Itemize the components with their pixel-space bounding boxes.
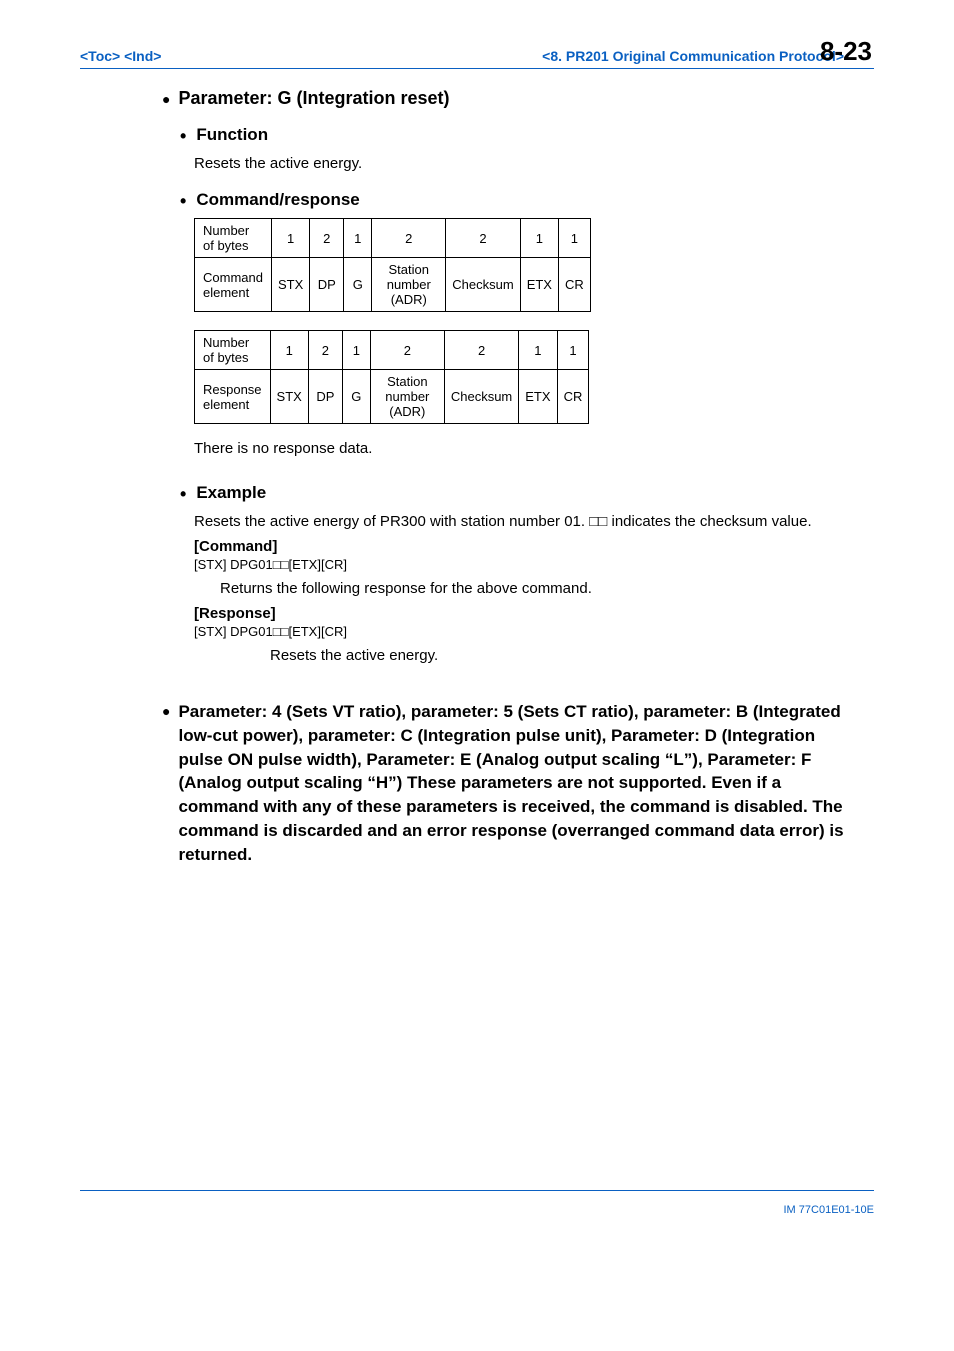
- table-cell: Number of bytes: [195, 331, 271, 370]
- response-line: [STX] DPG01□□[ETX][CR]: [194, 624, 864, 639]
- table-cell: Checksum: [444, 370, 518, 424]
- toc-link[interactable]: <Toc>: [80, 48, 120, 64]
- table-cell: 1: [557, 331, 589, 370]
- table-cell: ETX: [519, 370, 557, 424]
- table-cell: Number of bytes: [195, 219, 272, 258]
- content-area: Parameter: G (Integration reset) Functio…: [180, 88, 864, 867]
- table-cell: 2: [444, 331, 518, 370]
- param-g-heading: Parameter: G (Integration reset): [162, 88, 864, 109]
- table-cell: STX: [271, 258, 309, 312]
- table-cell: CR: [558, 258, 590, 312]
- table-cell: DP: [308, 370, 342, 424]
- table-cell: Command element: [195, 258, 272, 312]
- response-desc: Resets the active energy.: [270, 645, 864, 666]
- table-cell: 2: [370, 331, 444, 370]
- unsupported-params-heading: Parameter: 4 (Sets VT ratio), parameter:…: [162, 700, 864, 867]
- example-heading: Example: [180, 483, 864, 503]
- page-header: <Toc> <Ind> <8. PR201 Original Communica…: [80, 48, 874, 69]
- example-intro: Resets the active energy of PR300 with s…: [194, 511, 864, 532]
- ind-link[interactable]: <Ind>: [124, 48, 161, 64]
- no-response-text: There is no response data.: [194, 438, 864, 459]
- table-row: Response element STX DP G Station number…: [195, 370, 589, 424]
- document-id: IM 77C01E01-10E: [784, 1204, 875, 1216]
- table-cell: Station number (ADR): [372, 258, 446, 312]
- page-number: 8-23: [820, 36, 872, 67]
- table-cell: 2: [446, 219, 520, 258]
- command-line: [STX] DPG01□□[ETX][CR]: [194, 557, 864, 572]
- response-table: Number of bytes 1 2 1 2 2 1 1 Response e…: [194, 330, 589, 424]
- table-cell: Checksum: [446, 258, 520, 312]
- table-cell: 1: [519, 331, 557, 370]
- table-cell: 2: [308, 331, 342, 370]
- table-row: Command element STX DP G Station number …: [195, 258, 591, 312]
- function-heading: Function: [180, 125, 864, 145]
- command-label: [Command]: [194, 538, 864, 555]
- response-label: [Response]: [194, 605, 864, 622]
- table-row: Number of bytes 1 2 1 2 2 1 1: [195, 331, 589, 370]
- table-cell: 1: [271, 219, 309, 258]
- table-cell: Response element: [195, 370, 271, 424]
- function-text: Resets the active energy.: [194, 153, 864, 174]
- table-cell: 1: [344, 219, 372, 258]
- table-cell: 2: [372, 219, 446, 258]
- footer-rule: [80, 1190, 874, 1191]
- table-cell: STX: [270, 370, 308, 424]
- table-cell: 1: [558, 219, 590, 258]
- table-cell: 2: [310, 219, 344, 258]
- table-cell: 1: [520, 219, 558, 258]
- table-cell: 1: [342, 331, 370, 370]
- table-cell: 1: [270, 331, 308, 370]
- command-returns: Returns the following response for the a…: [220, 578, 864, 599]
- table-cell: CR: [557, 370, 589, 424]
- table-row: Number of bytes 1 2 1 2 2 1 1: [195, 219, 591, 258]
- table-cell: G: [344, 258, 372, 312]
- table-cell: Station number (ADR): [370, 370, 444, 424]
- cmdresp-heading: Command/response: [180, 190, 864, 210]
- chapter-title: <8. PR201 Original Communication Protoco…: [542, 48, 844, 64]
- table-cell: G: [342, 370, 370, 424]
- command-table: Number of bytes 1 2 1 2 2 1 1 Command el…: [194, 218, 591, 312]
- table-cell: DP: [310, 258, 344, 312]
- toc-ind-nav[interactable]: <Toc> <Ind>: [80, 48, 161, 64]
- unsupported-params-text: Parameter: 4 (Sets VT ratio), parameter:…: [178, 700, 864, 867]
- table-cell: ETX: [520, 258, 558, 312]
